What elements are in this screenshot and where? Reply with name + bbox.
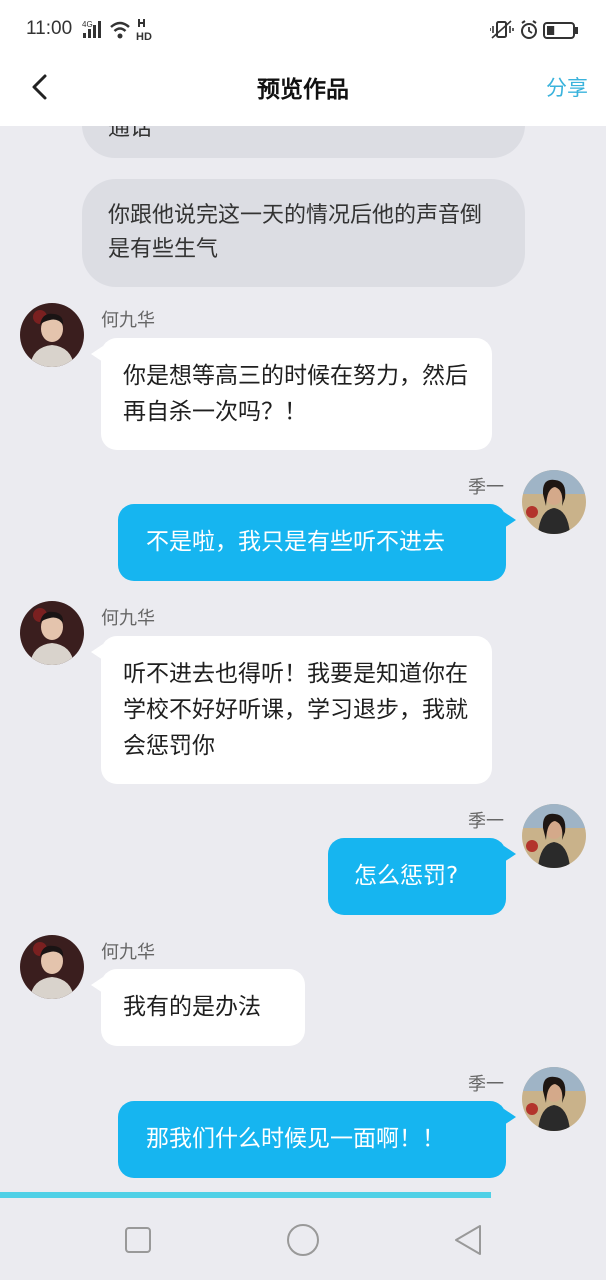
status-time: 11:00: [26, 18, 73, 39]
home-icon: [287, 1224, 319, 1256]
message-bubble[interactable]: 你是想等高三的时候在努力，然后再自杀一次吗？！: [91, 338, 492, 450]
network-type: 4G: [82, 20, 93, 29]
narration-bubble: 通话: [82, 126, 525, 158]
sender-name: 何九华: [101, 942, 155, 963]
status-left-icons: 4G HD: [82, 18, 160, 43]
narration-bubble: 你跟他说完这一天的情况后他的声音倒是有些生气: [82, 179, 525, 287]
male-avatar-icon: [20, 601, 84, 665]
recent-apps-button[interactable]: [118, 1220, 158, 1260]
sender-name: 季一: [468, 811, 504, 832]
system-nav-bar: [0, 1198, 606, 1280]
share-button[interactable]: 分享: [546, 72, 588, 102]
page-title: 预览作品: [257, 77, 349, 103]
message-text: 我有的是办法: [123, 994, 261, 1020]
message-text: 你是想等高三的时候在努力，然后再自杀一次吗？！: [123, 363, 468, 425]
message-bubble[interactable]: 不是啦，我只是有些听不进去: [118, 504, 516, 581]
header: 预览作品 分享: [0, 58, 606, 126]
hd-icon: HD: [136, 19, 152, 43]
male-avatar-icon: [20, 303, 84, 367]
sender-name: 何九华: [101, 608, 155, 629]
avatar[interactable]: [20, 601, 84, 665]
avatar[interactable]: [522, 804, 586, 868]
avatar[interactable]: [522, 470, 586, 534]
signal-icon: 4G: [82, 20, 101, 38]
female-avatar-icon: [522, 470, 586, 534]
male-avatar-icon: [20, 935, 84, 999]
avatar[interactable]: [20, 935, 84, 999]
sender-name: 季一: [468, 1074, 504, 1095]
vibrate-icon: [489, 20, 514, 39]
message-bubble[interactable]: 我有的是办法: [91, 969, 305, 1046]
system-back-button[interactable]: [448, 1220, 488, 1260]
avatar[interactable]: [20, 303, 84, 367]
message-text: 那我们什么时候见一面啊！！: [146, 1126, 445, 1152]
alarm-icon: [521, 20, 537, 39]
recent-apps-icon: [125, 1227, 151, 1253]
home-button[interactable]: [283, 1220, 323, 1260]
chat-area[interactable]: 通话 你跟他说完这一天的情况后他的声音倒是有些生气 何九华 你是想等高三的时候在…: [0, 126, 606, 1192]
wifi-icon: [110, 21, 130, 39]
message-bubble[interactable]: 那我们什么时候见一面啊！！: [118, 1101, 516, 1178]
narration-text: 通话: [108, 126, 153, 141]
narration-text: 你跟他说完这一天的情况后他的声音倒是有些生气: [108, 203, 483, 262]
sender-name: 季一: [468, 477, 504, 498]
status-right-icons: [489, 18, 580, 42]
female-avatar-icon: [522, 1067, 586, 1131]
message-bubble[interactable]: 怎么惩罚?: [328, 838, 516, 915]
battery-icon: [543, 22, 578, 39]
message-text: 不是啦，我只是有些听不进去: [146, 529, 445, 555]
hd-label: HD: [136, 31, 152, 42]
sender-name: 何九华: [101, 310, 155, 331]
female-avatar-icon: [522, 804, 586, 868]
message-bubble[interactable]: 听不进去也得听！我要是知道你在学校不好好听课，学习退步，我就会惩罚你: [91, 636, 492, 784]
message-text: 怎么惩罚?: [354, 863, 459, 889]
message-text: 听不进去也得听！我要是知道你在学校不好好听课，学习退步，我就会惩罚你: [123, 661, 468, 759]
avatar[interactable]: [522, 1067, 586, 1131]
status-bar: 11:00 4G HD: [0, 0, 606, 58]
back-triangle-icon: [455, 1225, 481, 1255]
